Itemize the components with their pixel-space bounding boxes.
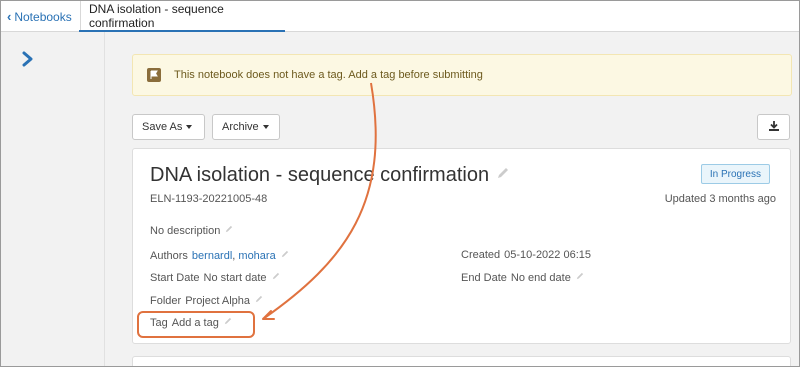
- author-link[interactable]: bernardl: [192, 250, 232, 262]
- status-badge: In Progress: [700, 164, 770, 184]
- annotation-highlight-box: [137, 311, 255, 338]
- alert-message: This notebook does not have a tag. Add a…: [174, 69, 483, 81]
- pencil-icon[interactable]: [224, 224, 234, 237]
- start-date-field: Start Date No start date: [150, 271, 281, 284]
- notebook-title-row: DNA isolation - sequence confirmation: [150, 164, 511, 187]
- next-card: [132, 356, 791, 366]
- save-as-label: Save As: [142, 121, 183, 133]
- created-value: 05-10-2022 06:15: [504, 249, 591, 261]
- chevron-right-icon[interactable]: [19, 50, 37, 68]
- start-date-label: Start Date: [150, 271, 200, 284]
- tab-back-label: Notebooks: [14, 9, 72, 24]
- folder-value: Project Alpha: [185, 294, 251, 307]
- pencil-icon[interactable]: [280, 249, 290, 262]
- pencil-icon[interactable]: [271, 271, 281, 284]
- chevron-left-icon: ‹: [7, 9, 12, 24]
- tab-bar: ‹ Notebooks DNA isolation - sequence con…: [1, 1, 799, 32]
- archive-button[interactable]: Archive: [212, 114, 280, 140]
- description-field: No description: [150, 224, 234, 237]
- folder-label: Folder: [150, 294, 182, 307]
- tab-active-label: DNA isolation - sequence confirmation: [89, 1, 224, 30]
- pencil-icon[interactable]: [254, 294, 264, 307]
- notebook-title: DNA isolation - sequence confirmation: [150, 164, 490, 186]
- author-link[interactable]: mohara: [238, 250, 275, 262]
- pencil-icon[interactable]: [495, 164, 511, 187]
- notebook-id: ELN-1193-20221005-48: [150, 193, 268, 205]
- folder-field: Folder Project Alpha: [150, 294, 264, 307]
- description-value: No description: [150, 224, 221, 237]
- app-window: ‹ Notebooks DNA isolation - sequence con…: [0, 0, 800, 367]
- flag-icon: [147, 68, 161, 82]
- tab-notebooks-back[interactable]: ‹ Notebooks: [1, 1, 81, 32]
- end-date-label: End Date: [461, 271, 507, 284]
- tab-active-notebook[interactable]: DNA isolation - sequence confirmation: [79, 1, 285, 32]
- archive-label: Archive: [222, 121, 259, 133]
- download-icon: [768, 120, 780, 135]
- updated-text: Updated 3 months ago: [664, 193, 776, 205]
- start-date-value: No start date: [203, 271, 267, 284]
- end-date-value: No end date: [510, 271, 571, 284]
- end-date-field: End Date No end date: [461, 271, 585, 284]
- left-rail: [1, 32, 105, 366]
- authors-field: Authors bernardl , mohara: [150, 249, 290, 262]
- download-button[interactable]: [757, 114, 790, 140]
- created-label: Created: [461, 249, 501, 261]
- created-field: Created 05-10-2022 06:15: [461, 249, 591, 261]
- caret-down-icon: [262, 125, 269, 129]
- warning-alert: This notebook does not have a tag. Add a…: [132, 54, 792, 96]
- caret-down-icon: [186, 125, 193, 129]
- authors-label: Authors: [150, 249, 188, 262]
- save-as-button[interactable]: Save As: [132, 114, 205, 140]
- pencil-icon[interactable]: [575, 271, 585, 284]
